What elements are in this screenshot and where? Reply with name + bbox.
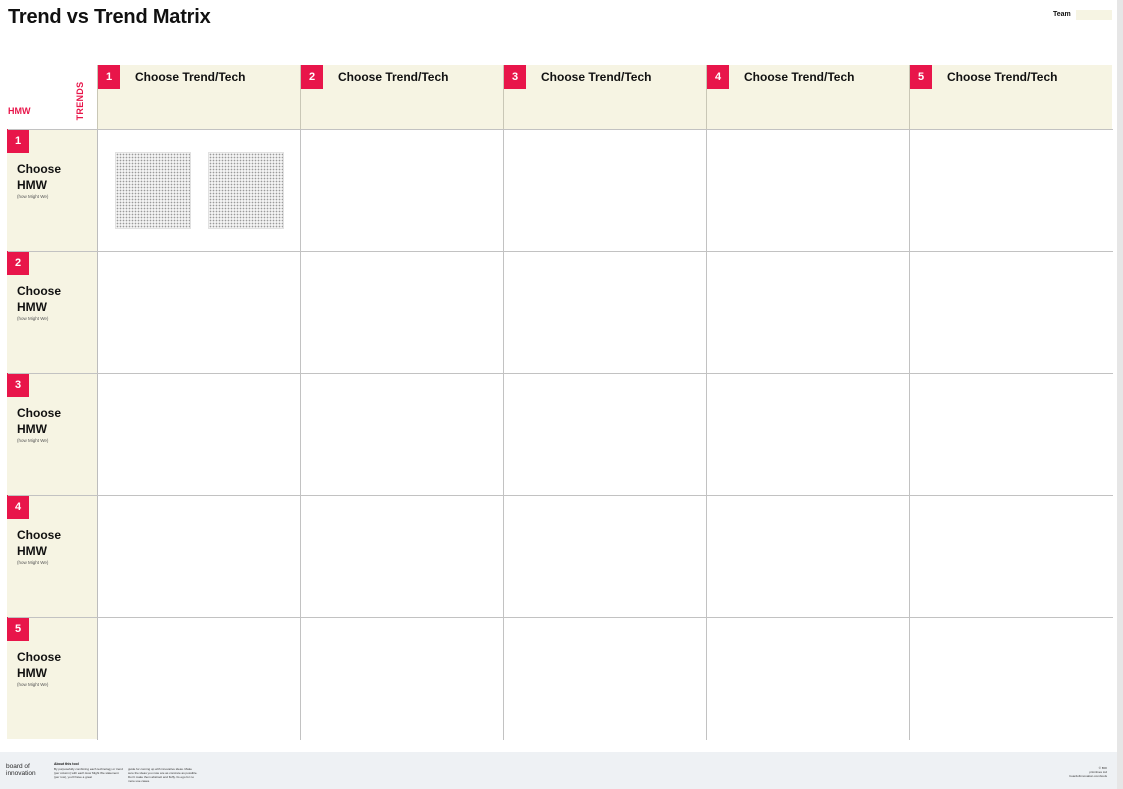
grid-divider xyxy=(8,129,1113,130)
board-of-innovation-logo: board of innovation xyxy=(6,763,36,777)
hmw-axis-label: HMW xyxy=(8,106,31,116)
matrix-grid[interactable] xyxy=(8,129,1113,740)
axis-corner: HMW TRENDS xyxy=(7,65,97,129)
page-edge xyxy=(1117,0,1123,789)
column-number-badge: 1 xyxy=(98,65,120,89)
column-label[interactable]: Choose Trend/Tech xyxy=(744,70,854,84)
copyright: © BOI primitives Ltd boardofinnovation.c… xyxy=(1069,766,1107,778)
row-header-5[interactable]: 5 Choose HMW (how Might We) xyxy=(7,617,97,739)
row-number-badge: 1 xyxy=(7,129,29,153)
sticky-note-placeholder[interactable] xyxy=(115,152,191,229)
column-number-badge: 2 xyxy=(301,65,323,89)
row-header-2[interactable]: 2 Choose HMW (how Might We) xyxy=(7,251,97,373)
trends-axis-label: TRENDS xyxy=(75,81,85,121)
row-sublabel: (how Might We) xyxy=(17,560,49,565)
about-text: By purposefully combining each technolog… xyxy=(54,767,123,779)
grid-divider xyxy=(8,251,1113,252)
row-label[interactable]: Choose HMW xyxy=(17,161,77,193)
page-title: Trend vs Trend Matrix xyxy=(8,6,211,28)
grid-divider xyxy=(300,129,301,740)
column-label[interactable]: Choose Trend/Tech xyxy=(947,70,1057,84)
sticky-note-placeholder[interactable] xyxy=(208,152,284,229)
grid-divider xyxy=(8,617,1113,618)
about-title: About this tool xyxy=(54,762,79,766)
team-label: Team xyxy=(1053,11,1071,18)
row-label[interactable]: Choose HMW xyxy=(17,649,77,681)
column-number-badge: 4 xyxy=(707,65,729,89)
row-header-4[interactable]: 4 Choose HMW (how Might We) xyxy=(7,495,97,617)
row-sublabel: (how Might We) xyxy=(17,316,49,321)
about-text: guide for coming up with innovative idea… xyxy=(128,767,198,783)
team-field[interactable] xyxy=(1076,10,1112,20)
column-header-2[interactable]: 2 Choose Trend/Tech xyxy=(300,65,503,129)
row-label[interactable]: Choose HMW xyxy=(17,405,77,437)
row-label[interactable]: Choose HMW xyxy=(17,283,77,315)
row-header-3[interactable]: 3 Choose HMW (how Might We) xyxy=(7,373,97,495)
row-number-badge: 3 xyxy=(7,373,29,397)
row-header-1[interactable]: 1 Choose HMW (how Might We) xyxy=(7,129,97,251)
column-header-1[interactable]: 1 Choose Trend/Tech xyxy=(97,65,300,129)
column-header-3[interactable]: 3 Choose Trend/Tech xyxy=(503,65,706,129)
grid-divider xyxy=(706,129,707,740)
column-number-badge: 5 xyxy=(910,65,932,89)
column-header-4[interactable]: 4 Choose Trend/Tech xyxy=(706,65,909,129)
column-label[interactable]: Choose Trend/Tech xyxy=(541,70,651,84)
column-label[interactable]: Choose Trend/Tech xyxy=(338,70,448,84)
row-number-badge: 4 xyxy=(7,495,29,519)
column-label[interactable]: Choose Trend/Tech xyxy=(135,70,245,84)
row-sublabel: (how Might We) xyxy=(17,194,49,199)
footer: board of innovation About this tool By p… xyxy=(0,752,1117,789)
grid-divider xyxy=(909,129,910,740)
grid-divider xyxy=(8,495,1113,496)
grid-divider xyxy=(8,373,1113,374)
row-label[interactable]: Choose HMW xyxy=(17,527,77,559)
row-sublabel: (how Might We) xyxy=(17,682,49,687)
column-header-5[interactable]: 5 Choose Trend/Tech xyxy=(909,65,1112,129)
row-sublabel: (how Might We) xyxy=(17,438,49,443)
row-number-badge: 2 xyxy=(7,251,29,275)
grid-divider xyxy=(503,129,504,740)
row-number-badge: 5 xyxy=(7,617,29,641)
column-number-badge: 3 xyxy=(504,65,526,89)
